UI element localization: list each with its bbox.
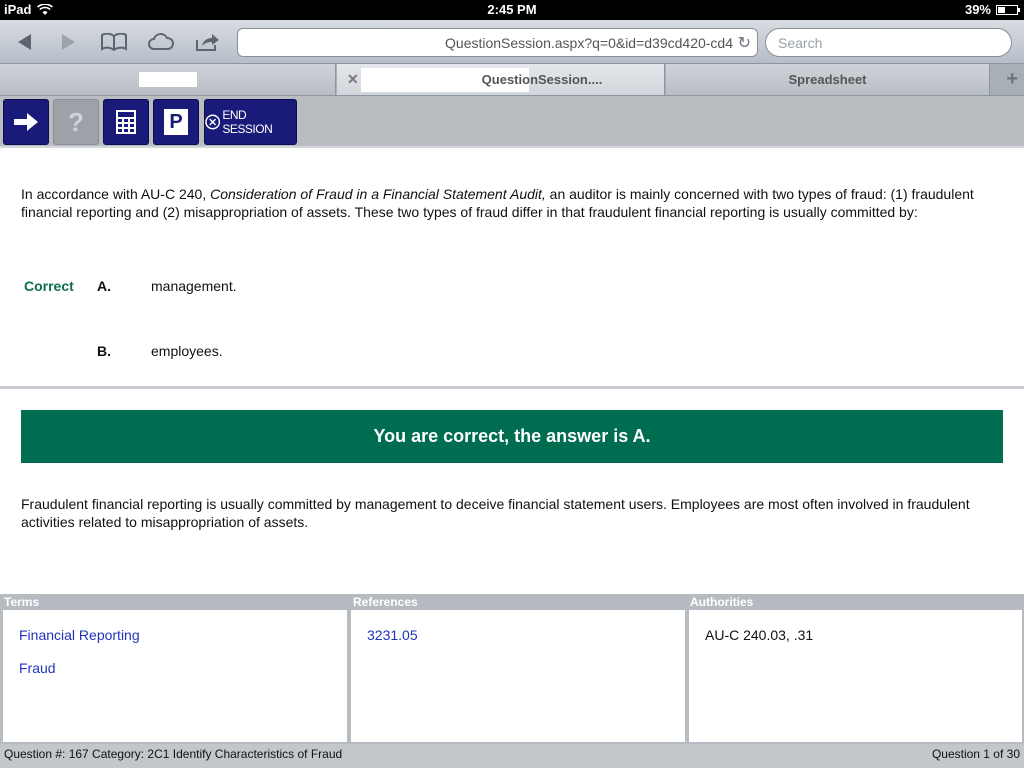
authority-text: AU-C 240.03, .31 [705, 627, 814, 643]
result-banner: You are correct, the answer is A. [21, 410, 1003, 463]
help-button[interactable]: ? [53, 99, 99, 145]
url-text: QuestionSession.aspx?q=0&id=d39cd420-cd4 [445, 35, 733, 51]
divider [0, 386, 1024, 389]
app-toolbar: ? P END SESSION [0, 96, 1024, 148]
battery-icon [996, 4, 1020, 15]
next-button[interactable] [3, 99, 49, 145]
choice-text: management. [151, 278, 237, 294]
authorities-panel: Authorities AU-C 240.03, .31 [686, 594, 1024, 744]
calculator-icon [116, 110, 136, 134]
bookmarks-button[interactable] [98, 28, 130, 56]
status-footer: Question #: 167 Category: 2C1 Identify C… [0, 744, 1024, 768]
cloud-icon [148, 33, 174, 50]
status-bar: iPad 2:45 PM 39% [0, 0, 1024, 20]
back-arrow-icon [18, 34, 31, 50]
new-tab-button[interactable]: + [1006, 68, 1018, 91]
tab-spreadsheet[interactable]: Spreadsheet [666, 64, 990, 95]
tab-label: Spreadsheet [788, 72, 867, 87]
explanation-text: Fraudulent financial reporting is usuall… [21, 496, 970, 530]
reference-link[interactable]: 3231.05 [367, 627, 418, 643]
choice-text: employees. [151, 343, 223, 359]
choice-status: Correct [24, 278, 74, 294]
tab-question-session[interactable]: ✕ QuestionSession.... [337, 64, 665, 95]
arrow-right-icon [14, 113, 38, 131]
end-session-label: END SESSION [222, 108, 273, 136]
question-text-part: In accordance with AU-C 240, [21, 186, 211, 202]
pause-label: P [164, 109, 188, 135]
tab-label: QuestionSession.... [481, 72, 603, 87]
book-icon [101, 33, 127, 51]
term-link[interactable]: Financial Reporting [19, 627, 140, 643]
terms-panel: Terms Financial Reporting Fraud [0, 594, 349, 744]
tab-1[interactable] [0, 64, 336, 95]
icloud-tabs-button[interactable] [145, 28, 177, 56]
battery-percent: 39% [964, 2, 991, 17]
pause-button[interactable]: P [153, 99, 199, 145]
question-title-italic: Consideration of Fraud in a Financial St… [210, 186, 546, 202]
question-progress: Question 1 of 30 [931, 747, 1020, 761]
question-text: In accordance with AU-C 240, Considerati… [21, 185, 981, 221]
references-header: References [353, 595, 418, 609]
terms-header: Terms [4, 595, 40, 609]
search-input[interactable]: Search [765, 28, 1012, 57]
forward-button[interactable] [53, 28, 85, 56]
share-icon [196, 34, 219, 51]
calculator-button[interactable] [103, 99, 149, 145]
choice-letter: A. [97, 278, 111, 294]
tab-bar: ✕ QuestionSession.... Spreadsheet + [0, 64, 1024, 96]
reload-icon[interactable]: ↻ [738, 33, 751, 53]
back-button[interactable] [8, 28, 40, 56]
term-link[interactable]: Fraud [19, 660, 56, 676]
help-label: ? [68, 106, 84, 137]
forward-arrow-icon [62, 34, 75, 50]
end-session-button[interactable]: END SESSION [204, 99, 297, 145]
redacted-title [139, 72, 197, 87]
references-panel: References 3231.05 [348, 594, 687, 744]
question-info: Question #: 167 Category: 2C1 Identify C… [4, 747, 343, 761]
address-bar[interactable]: QuestionSession.aspx?q=0&id=d39cd420-cd4… [237, 28, 758, 57]
share-button[interactable] [192, 28, 224, 56]
choice-letter: B. [97, 343, 111, 359]
reference-panels: Terms Financial Reporting Fraud Referenc… [0, 594, 1024, 744]
close-circle-icon [205, 114, 221, 130]
clock: 2:45 PM [487, 2, 537, 17]
close-tab-icon[interactable]: ✕ [347, 71, 359, 88]
authorities-header: Authorities [690, 595, 754, 609]
browser-toolbar: QuestionSession.aspx?q=0&id=d39cd420-cd4… [0, 20, 1024, 64]
